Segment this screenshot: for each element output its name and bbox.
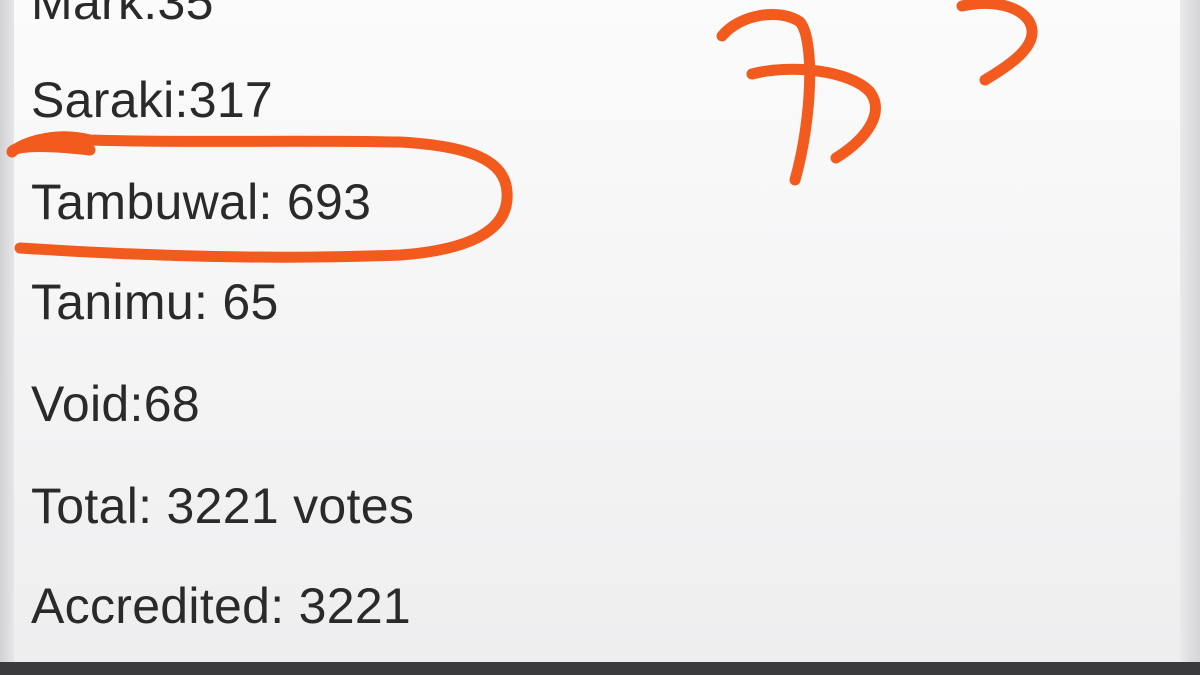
result-line-mark: Mark:35 (31, 0, 214, 30)
bottom-bar (0, 662, 1200, 675)
right-edge (1180, 0, 1200, 662)
result-line-saraki: Saraki:317 (31, 72, 274, 128)
result-line-tanimu: Tanimu: 65 (31, 274, 279, 330)
result-line-void: Void:68 (31, 376, 200, 432)
result-line-accredited: Accredited: 3221 (31, 578, 412, 634)
result-line-tambuwal: Tambuwal: 693 (31, 174, 372, 230)
result-line-total: Total: 3221 votes (31, 478, 415, 534)
screen: Mark:35 Saraki:317 Tambuwal: 693 Tanimu:… (0, 0, 1200, 675)
left-edge (0, 0, 14, 662)
